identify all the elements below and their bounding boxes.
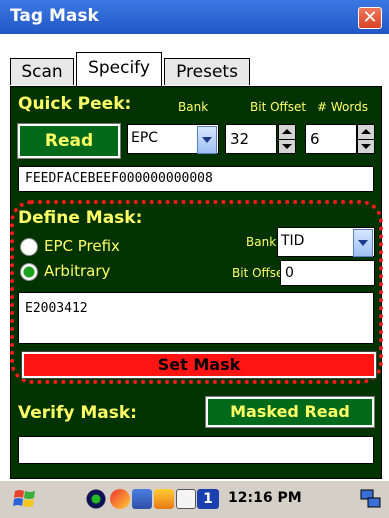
quick-peek-readout: FEEDFACEBEEF000000000008	[18, 166, 374, 192]
quick-peek-bank-select[interactable]: EPC	[127, 124, 219, 154]
network-icon[interactable]	[86, 489, 106, 509]
arbitrary-radio[interactable]	[20, 263, 38, 281]
spin-up-icon[interactable]	[358, 125, 374, 140]
verify-mask-title: Verify Mask:	[18, 403, 137, 423]
battery-icon[interactable]	[154, 489, 174, 509]
tab-presets[interactable]: Presets	[164, 58, 250, 85]
window-title: Tag Mask	[10, 6, 99, 26]
quick-peek-offset-field[interactable]: 32	[225, 124, 277, 154]
mask-value-field[interactable]: E2003412	[18, 292, 374, 344]
quick-peek-bank-label: Bank	[178, 100, 209, 114]
quick-peek-title: Quick Peek:	[18, 94, 132, 114]
clock[interactable]: 12:16 PM	[228, 490, 302, 506]
quick-peek-words-label: # Words	[317, 100, 368, 114]
quick-peek-offset-label: Bit Offset	[250, 100, 307, 114]
quick-peek-offset-spinner[interactable]	[278, 124, 296, 154]
quick-peek-words-spinner[interactable]	[357, 124, 375, 154]
quick-peek-words-field[interactable]: 6	[305, 124, 357, 154]
verify-output-field	[18, 436, 374, 464]
set-mask-button[interactable]: Set Mask	[21, 351, 377, 379]
sync-icon[interactable]	[110, 489, 130, 509]
dropdown-arrow-icon[interactable]	[197, 126, 217, 154]
mask-bank-value: TID	[281, 233, 305, 249]
tab-specify[interactable]: Specify	[76, 52, 162, 86]
dropdown-arrow-icon[interactable]	[353, 229, 373, 257]
connection-icon[interactable]	[132, 489, 152, 509]
arbitrary-label[interactable]: Arbitrary	[44, 262, 110, 280]
read-button[interactable]: Read	[17, 123, 121, 159]
masked-read-button[interactable]: Masked Read	[205, 396, 375, 428]
close-icon[interactable]: ✕	[358, 7, 382, 29]
epc-prefix-label[interactable]: EPC Prefix	[44, 237, 120, 255]
quick-peek-bank-value: EPC	[131, 130, 159, 146]
tray-badge[interactable]: 1	[197, 489, 219, 509]
spin-down-icon[interactable]	[279, 140, 295, 154]
spin-down-icon[interactable]	[358, 140, 374, 154]
mask-bank-select[interactable]: TID	[277, 227, 375, 257]
mask-bank-label: Bank	[246, 235, 277, 249]
spin-up-icon[interactable]	[279, 125, 295, 140]
keyboard-icon[interactable]	[176, 489, 196, 509]
desktop-icon[interactable]	[360, 488, 382, 510]
windows-start-icon[interactable]	[12, 486, 38, 512]
define-mask-title: Define Mask:	[18, 208, 143, 228]
epc-prefix-radio[interactable]	[20, 238, 38, 256]
mask-offset-field[interactable]: 0	[280, 260, 375, 286]
tab-scan[interactable]: Scan	[10, 58, 74, 85]
